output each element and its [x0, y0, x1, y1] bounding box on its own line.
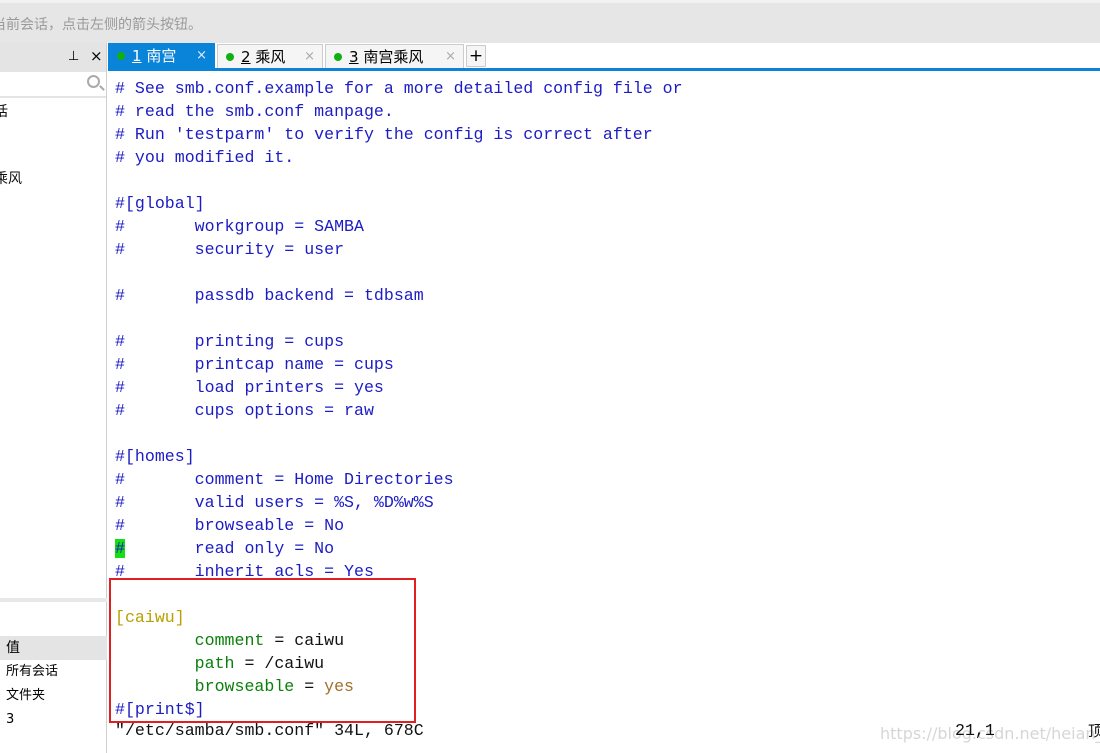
code-token: # cups options = raw	[115, 401, 374, 420]
editor-line: # valid users = %S, %D%w%S	[115, 491, 683, 514]
session-search[interactable]	[0, 72, 106, 98]
search-icon[interactable]	[87, 75, 100, 88]
close-tab-icon[interactable]: ×	[445, 45, 456, 69]
code-token: #[homes]	[115, 447, 195, 466]
editor-line: # Run 'testparm' to verify the config is…	[115, 123, 683, 146]
session-hint: 当前会话，点击左侧的箭头按钮。	[0, 17, 202, 33]
add-tab-button[interactable]: +	[466, 45, 486, 67]
tab-label: 南宫乘风	[363, 48, 424, 66]
highlight-box	[109, 578, 416, 723]
cursor-position: 21,1	[955, 721, 995, 740]
editor-line: # load printers = yes	[115, 376, 683, 399]
connected-icon	[117, 52, 125, 60]
code-token: # read the smb.conf manpage.	[115, 102, 394, 121]
text-cursor: #	[115, 539, 125, 558]
connected-icon	[334, 53, 342, 61]
code-token: # See smb.conf.example for a more detail…	[115, 79, 683, 98]
session-manager-panel: ⊥ × 话 乘风 值 所有会话 文件夹 3	[0, 43, 107, 753]
editor-line: # printing = cups	[115, 330, 683, 353]
code-token: read only = No	[124, 539, 335, 558]
close-tab-icon[interactable]: ×	[196, 44, 207, 68]
props-value-header: 值	[0, 636, 107, 660]
pin-icon[interactable]: ⊥	[68, 49, 79, 64]
close-tab-icon[interactable]: ×	[304, 45, 315, 69]
tab-label: 乘风	[255, 48, 286, 66]
editor-line: # you modified it.	[115, 146, 683, 169]
editor-line: # See smb.conf.example for a more detail…	[115, 77, 683, 100]
prop-value: 3	[6, 712, 15, 727]
editor-line: #[homes]	[115, 445, 683, 468]
editor-line: # read the smb.conf manpage.	[115, 100, 683, 123]
tab-3[interactable]: 3 南宫乘风 ×	[325, 44, 464, 68]
tab-1[interactable]: 1 南宫 ×	[108, 43, 215, 68]
code-token: # you modified it.	[115, 148, 295, 167]
editor-line: # browseable = No	[115, 514, 683, 537]
close-panel-icon[interactable]: ×	[90, 47, 103, 65]
editor-line: # comment = Home Directories	[115, 468, 683, 491]
editor-line: # cups options = raw	[115, 399, 683, 422]
tab-label: 南宫	[146, 47, 177, 65]
code-token: # Run 'testparm' to verify the config is…	[115, 125, 653, 144]
connected-icon	[226, 53, 234, 61]
divider[interactable]	[0, 598, 107, 602]
editor-line: #[global]	[115, 192, 683, 215]
editor-line: # passdb backend = tdbsam	[115, 284, 683, 307]
code-token: # passdb backend = tdbsam	[115, 286, 424, 305]
tree-item[interactable]: 乘风	[0, 168, 22, 188]
prop-value: 所有会话	[6, 664, 59, 679]
editor-line: # read only = No	[115, 537, 683, 560]
code-token: #[global]	[115, 194, 205, 213]
code-token: # workgroup = SAMBA	[115, 217, 364, 236]
code-token: # comment = Home Directories	[115, 470, 454, 489]
editor-line: # workgroup = SAMBA	[115, 215, 683, 238]
scroll-indicator: 顶	[1088, 722, 1100, 740]
vim-status-file: "/etc/samba/smb.conf" 34L, 678C	[115, 721, 424, 740]
code-token: # browseable = No	[115, 516, 345, 535]
code-token: # load printers = yes	[115, 378, 384, 397]
tab-2[interactable]: 2 乘风 ×	[217, 44, 323, 68]
prop-value: 文件夹	[6, 688, 46, 703]
session-tabs: 1 南宫 × 2 乘风 × 3 南宫乘风 × +	[108, 43, 1100, 71]
code-token: # printing = cups	[115, 332, 345, 351]
code-token: # printcap name = cups	[115, 355, 394, 374]
code-token: # valid users = %S, %D%w%S	[115, 493, 434, 512]
editor-line: # security = user	[115, 238, 683, 261]
code-token: # security = user	[115, 240, 345, 259]
tree-item[interactable]: 话	[0, 101, 8, 121]
session-hint-bar: 当前会话，点击左侧的箭头按钮。	[0, 0, 1100, 43]
properties-panel: 值 所有会话 文件夹 3	[0, 598, 107, 732]
editor-line: # printcap name = cups	[115, 353, 683, 376]
panel-header: ⊥ ×	[0, 43, 106, 72]
